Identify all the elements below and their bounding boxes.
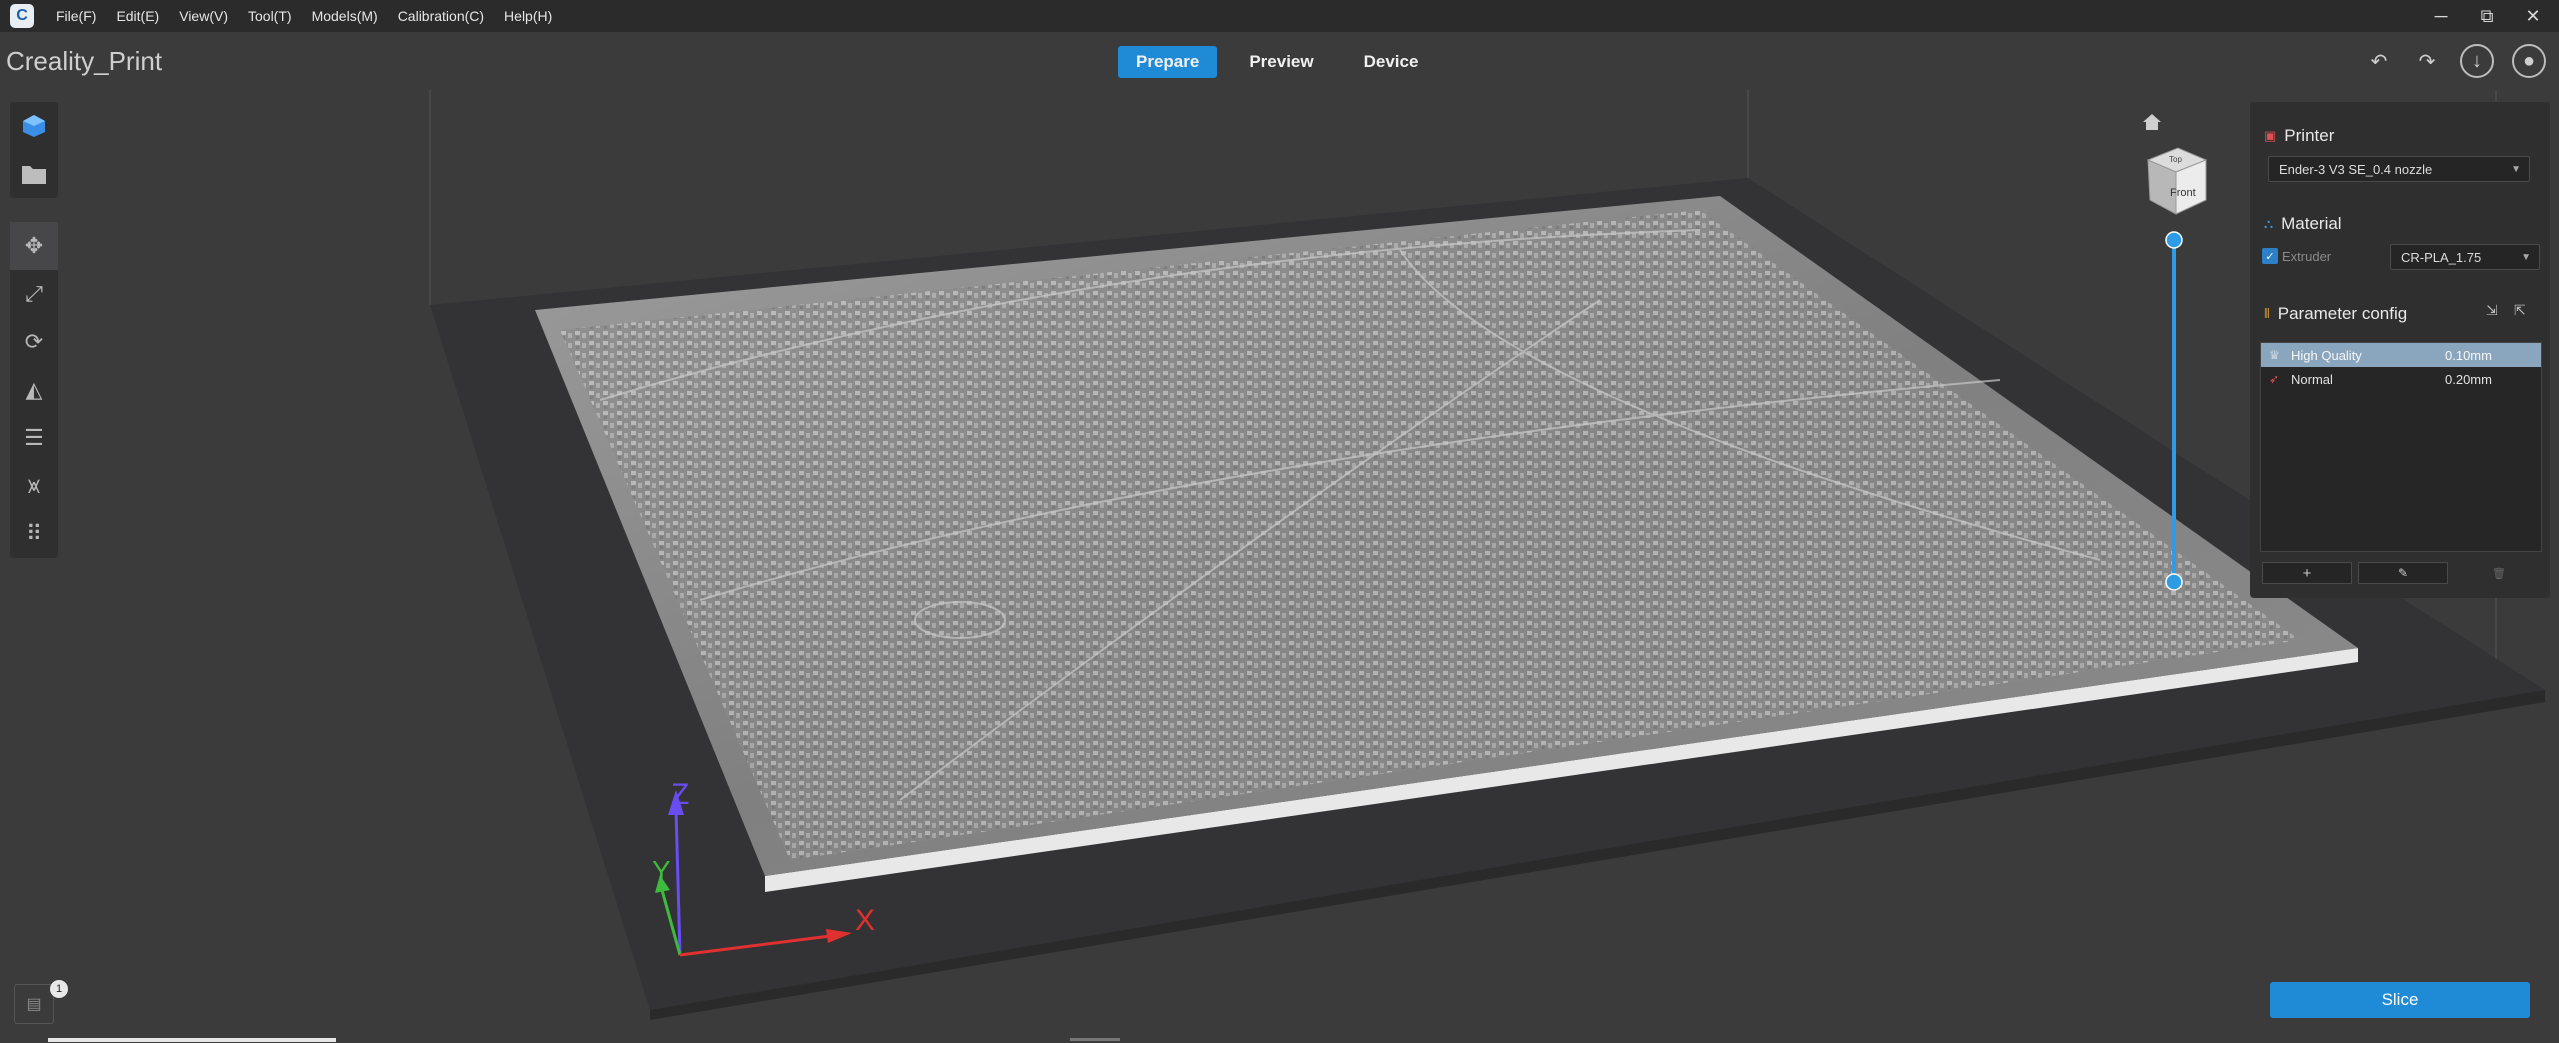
menu-models[interactable]: Models(M) [312,8,378,24]
chevron-down-icon: ▼ [2511,163,2521,175]
account-icon[interactable]: ● [2512,44,2546,78]
material-select-value: CR-PLA_1.75 [2401,249,2482,265]
scroll-indicator [1070,1038,1120,1041]
printer-section-title: ▣ Printer [2264,126,2334,146]
param-value: 0.20mm [2445,371,2492,387]
menu-bar: C File(F) Edit(E) View(V) Tool(T) Models… [0,0,2559,32]
material-title: Material [2281,214,2342,233]
scale-icon[interactable]: ⤢ [10,270,58,318]
param-value: 0.10mm [2445,347,2492,363]
list-icon[interactable]: ☰ [10,414,58,462]
tab-preview[interactable]: Preview [1231,46,1331,78]
crown-icon: ♕ [2269,348,2280,362]
object-list-icon[interactable]: ▤ [14,984,54,1024]
minimize-button[interactable]: ─ [2418,0,2464,32]
param-config-icon: ⦀ [2264,306,2270,321]
close-button[interactable]: ✕ [2510,0,2556,32]
rocket-icon: ➶ [2269,372,2280,386]
home-view-icon[interactable] [2143,114,2161,130]
mode-tabs: Prepare Preview Device [1118,46,1436,78]
param-section-title: ⦀ Parameter config [2264,304,2407,324]
download-icon[interactable]: ↓ [2460,44,2494,78]
arrange-icon[interactable]: ⠿ [10,510,58,558]
view-cube[interactable]: Top Front [2146,147,2208,215]
menu-tool[interactable]: Tool(T) [248,8,292,24]
printer-title: Printer [2284,126,2335,145]
layer-slider-bottom-handle[interactable] [2165,573,2183,591]
layer-slider-top-handle[interactable] [2165,231,2183,249]
tab-device[interactable]: Device [1346,46,1437,78]
slice-button[interactable]: Slice [2270,982,2530,1018]
restore-button[interactable]: ⧉ [2464,0,2510,32]
axis-x-label: X [855,904,875,937]
import-config-icon[interactable]: ⇲ [2486,302,2508,324]
material-section-title: ⛬ Material [2264,214,2342,234]
project-title: Creality_Print [6,46,163,76]
extruder-label: Extruder [2282,249,2332,264]
3d-viewport[interactable]: Z Y X Top Front [0,0,2559,1043]
lay-flat-icon[interactable]: ◭ [10,366,58,414]
view-cube-front-label: Front [2170,187,2196,199]
printer-icon: ▣ [2264,128,2277,143]
param-name: Normal [2291,371,2333,387]
chevron-down-icon: ▼ [2521,251,2531,263]
param-name: High Quality [2291,347,2362,363]
title-bar: Creality_Print Prepare Preview Device ↶ … [0,32,2559,90]
param-list: ♕ High Quality 0.10mm ➶ Normal 0.20mm [2260,342,2542,552]
view-cube-top-label: Top [2169,155,2182,164]
rotate-icon[interactable]: ⟳ [10,318,58,366]
material-select[interactable]: CR-PLA_1.75 ▼ [2390,244,2540,270]
right-settings-panel: ▣ Printer Ender-3 V3 SE_0.4 nozzle ▼ ⛬ M… [2250,102,2550,598]
undo-icon[interactable]: ↶ [2362,44,2396,78]
material-icon: ⛬ [2264,216,2274,231]
param-row-high-quality[interactable]: ♕ High Quality 0.10mm [2261,343,2541,367]
progress-strip [48,1038,336,1042]
app-logo-icon: C [10,4,34,28]
axis-y-label: Y [652,855,671,886]
add-config-button[interactable]: + [2262,562,2352,584]
redo-icon[interactable]: ↷ [2410,44,2444,78]
param-config-title: Parameter config [2277,304,2408,323]
delete-config-button[interactable]: 🗑 [2454,562,2544,584]
tab-prepare[interactable]: Prepare [1118,46,1218,78]
object-count-badge: 1 [50,980,68,998]
printer-select[interactable]: Ender-3 V3 SE_0.4 nozzle ▼ [2268,156,2530,182]
menu-edit[interactable]: Edit(E) [116,8,159,24]
open-folder-icon[interactable] [10,150,58,198]
app-window: Z Y X Top Front C File(F) Edit(E) View(V… [0,0,2559,1043]
printer-select-value: Ender-3 V3 SE_0.4 nozzle [2279,161,2433,177]
menu-help[interactable]: Help(H) [504,8,552,24]
param-row-normal[interactable]: ➶ Normal 0.20mm [2261,367,2541,391]
edit-toolbar: ✥ ⤢ ⟳ ◭ ☰ ⩙ ⠿ [10,222,58,558]
add-model-icon[interactable] [10,102,58,150]
menu-file[interactable]: File(F) [56,8,96,24]
export-config-icon[interactable]: ⇱ [2514,302,2536,324]
move-icon[interactable]: ✥ [10,222,58,270]
menu-view[interactable]: View(V) [179,8,228,24]
axis-z-label: Z [671,778,689,811]
support-icon[interactable]: ⩙ [10,462,58,510]
file-toolbar [10,102,58,198]
extruder-checkbox[interactable]: ✓ [2262,248,2278,264]
edit-config-button[interactable]: ✎ [2358,562,2448,584]
menu-calibration[interactable]: Calibration(C) [398,8,484,24]
